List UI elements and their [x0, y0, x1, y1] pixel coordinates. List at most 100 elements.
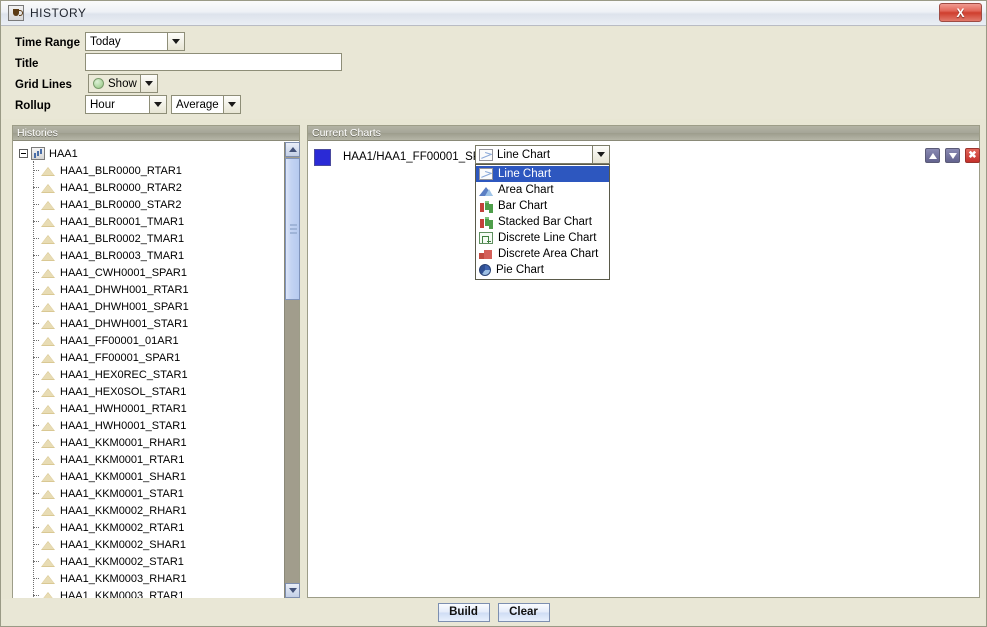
tree-item[interactable]: HAA1_FF00001_SPAR1: [16, 349, 284, 366]
history-point-icon: [41, 301, 56, 312]
tree-item-label: HAA1_KKM0001_RTAR1: [60, 453, 185, 466]
tree-item[interactable]: HAA1_DHWH001_STAR1: [16, 315, 284, 332]
tree-item[interactable]: HAA1_HEX0SOL_STAR1: [16, 383, 284, 400]
chart-color-swatch[interactable]: [314, 148, 331, 166]
scrollbar-thumb[interactable]: [285, 158, 300, 300]
tree-item[interactable]: HAA1_BLR0000_RTAR2: [16, 179, 284, 196]
chart-type-value-text: Line Chart: [497, 148, 551, 161]
tree-item[interactable]: HAA1_HEX0REC_STAR1: [16, 366, 284, 383]
histories-scrollbar[interactable]: [284, 142, 300, 598]
chevron-down-icon[interactable]: [149, 96, 166, 113]
histories-panel: Histories HAA1 HAA1_BLR0000_RTAR1 HAA1_BL…: [12, 125, 300, 598]
tree-item-label: HAA1_KKM0002_STAR1: [60, 555, 184, 568]
line-chart-icon: [479, 168, 493, 180]
tree-item-label: HAA1_KKM0001_RHAR1: [60, 436, 187, 449]
dialog-footer: Build Clear: [2, 599, 985, 625]
tree-item[interactable]: HAA1_KKM0001_RTAR1: [16, 451, 284, 468]
chart-type-option[interactable]: Area Chart: [476, 182, 609, 198]
history-group-icon: [31, 147, 45, 160]
history-point-icon: [41, 335, 56, 346]
tree-item[interactable]: HAA1_CWH0001_SPAR1: [16, 264, 284, 281]
pie-chart-icon: [479, 264, 491, 276]
chart-type-select[interactable]: Line Chart: [475, 145, 610, 164]
tree-item[interactable]: HAA1_KKM0003_RTAR1: [16, 587, 284, 598]
grid-lines-select[interactable]: Show: [88, 74, 158, 93]
tree-item[interactable]: HAA1_KKM0001_SHAR1: [16, 468, 284, 485]
chart-type-option-label: Stacked Bar Chart: [498, 216, 592, 228]
move-chart-down-button[interactable]: [945, 148, 960, 163]
time-range-label: Time Range: [15, 37, 80, 49]
scroll-up-button[interactable]: [285, 142, 300, 157]
tree-item[interactable]: HAA1_DHWH001_RTAR1: [16, 281, 284, 298]
grid-lines-value-text: Show: [108, 77, 137, 90]
move-chart-up-button[interactable]: [925, 148, 940, 163]
histories-panel-header: Histories: [13, 126, 299, 141]
tree-item[interactable]: HAA1_BLR0000_STAR2: [16, 196, 284, 213]
time-range-value: Today: [90, 35, 121, 48]
tree-item-label: HAA1_HWH0001_RTAR1: [60, 402, 187, 415]
history-point-icon: [41, 233, 56, 244]
rollup-row: Rollup: [15, 96, 89, 116]
tree-item-label: HAA1_BLR0000_RTAR1: [60, 164, 182, 177]
grid-lines-row: Grid Lines: [15, 75, 89, 95]
tree-item[interactable]: HAA1_FF00001_01AR1: [16, 332, 284, 349]
history-point-icon: [41, 199, 56, 210]
build-button[interactable]: Build: [437, 602, 490, 622]
chevron-down-icon[interactable]: [167, 33, 184, 50]
chart-type-option[interactable]: Line Chart: [476, 166, 609, 182]
delete-chart-button[interactable]: ✖: [965, 148, 980, 163]
histories-tree[interactable]: HAA1 HAA1_BLR0000_RTAR1 HAA1_BLR0000_RTAR…: [13, 142, 284, 598]
tree-item-label: HAA1_BLR0000_RTAR2: [60, 181, 182, 194]
tree-item-label: HAA1_HEX0SOL_STAR1: [60, 385, 187, 398]
history-point-icon: [41, 556, 56, 567]
tree-root-node[interactable]: HAA1: [16, 145, 284, 162]
tree-item[interactable]: HAA1_HWH0001_STAR1: [16, 417, 284, 434]
tree-item[interactable]: HAA1_BLR0001_TMAR1: [16, 213, 284, 230]
title-input[interactable]: [85, 53, 342, 71]
tree-item[interactable]: HAA1_KKM0001_STAR1: [16, 485, 284, 502]
history-window: HISTORY X Time Range Today Title Grid Li…: [0, 0, 987, 627]
history-point-icon: [41, 250, 56, 261]
tree-item-label: HAA1_KKM0003_RHAR1: [60, 572, 187, 585]
clear-button[interactable]: Clear: [497, 602, 550, 622]
grid-lines-label: Grid Lines: [15, 79, 72, 91]
chevron-down-icon[interactable]: [140, 75, 157, 92]
chevron-down-icon[interactable]: [592, 146, 609, 163]
rollup-aggregate-select[interactable]: Average: [171, 95, 241, 114]
tree-item-label: HAA1_KKM0001_STAR1: [60, 487, 184, 500]
tree-item[interactable]: HAA1_DHWH001_SPAR1: [16, 298, 284, 315]
tree-item[interactable]: HAA1_KKM0003_RHAR1: [16, 570, 284, 587]
chart-type-option[interactable]: Stacked Bar Chart: [476, 214, 609, 230]
history-point-icon: [41, 522, 56, 533]
tree-root-label: HAA1: [49, 147, 78, 160]
tree-item[interactable]: HAA1_KKM0001_RHAR1: [16, 434, 284, 451]
tree-item[interactable]: HAA1_BLR0000_RTAR1: [16, 162, 284, 179]
tree-item[interactable]: HAA1_BLR0003_TMAR1: [16, 247, 284, 264]
tree-item-label: HAA1_KKM0001_SHAR1: [60, 470, 186, 483]
chart-type-dropdown-menu[interactable]: Line Chart Area Chart Bar Chart Stacked Bar…: [475, 164, 610, 280]
time-range-row: Time Range: [15, 33, 89, 53]
tree-item[interactable]: HAA1_HWH0001_RTAR1: [16, 400, 284, 417]
chevron-down-icon[interactable]: [223, 96, 240, 113]
tree-item[interactable]: HAA1_BLR0002_TMAR1: [16, 230, 284, 247]
time-range-select[interactable]: Today: [85, 32, 185, 51]
chart-type-option[interactable]: Discrete Line Chart: [476, 230, 609, 246]
close-window-button[interactable]: X: [939, 3, 982, 22]
tree-item[interactable]: HAA1_KKM0002_RHAR1: [16, 502, 284, 519]
collapse-icon[interactable]: [19, 149, 28, 158]
chart-options-form: Time Range Today Title Grid Lines Show R…: [2, 27, 985, 119]
tree-item[interactable]: HAA1_KKM0002_STAR1: [16, 553, 284, 570]
discrete-line-chart-icon: [479, 232, 493, 244]
chart-type-option[interactable]: Bar Chart: [476, 198, 609, 214]
current-charts-panel-header: Current Charts: [308, 126, 979, 141]
chart-type-option[interactable]: Pie Chart: [476, 262, 609, 278]
chart-type-option-label: Discrete Line Chart: [498, 232, 597, 244]
chart-type-option-label: Pie Chart: [496, 264, 544, 276]
tree-item[interactable]: HAA1_KKM0002_SHAR1: [16, 536, 284, 553]
scroll-down-button[interactable]: [285, 583, 300, 598]
grid-lines-status-icon: [93, 78, 104, 89]
java-coffee-cup-icon: [8, 5, 24, 21]
chart-type-option[interactable]: Discrete Area Chart: [476, 246, 609, 262]
tree-item[interactable]: HAA1_KKM0002_RTAR1: [16, 519, 284, 536]
rollup-interval-select[interactable]: Hour: [85, 95, 167, 114]
